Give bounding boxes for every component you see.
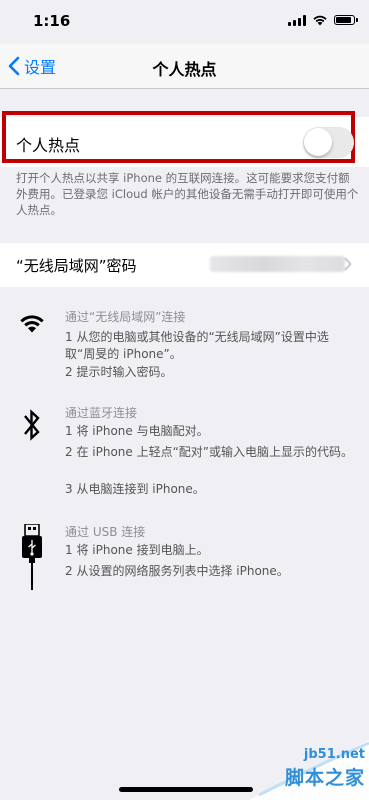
hotspot-settings-screen: 1:16 设置 个人热点 个人热点 打开个人热点以共享 iPhone 的互联网连… bbox=[0, 0, 369, 800]
status-bar: 1:16 bbox=[0, 0, 369, 44]
section-title: 通过“无线局域网”连接 bbox=[65, 310, 186, 324]
hotspot-description: 打开个人热点以共享 iPhone 的互联网连接。这可能要求您支付额外费用。已登录… bbox=[16, 171, 359, 217]
status-icons bbox=[288, 14, 358, 26]
chevron-right-icon bbox=[344, 257, 352, 271]
usb-cable-icon bbox=[22, 524, 42, 590]
section-title: 通过 USB 连接 bbox=[65, 525, 146, 539]
status-time: 1:16 bbox=[33, 12, 71, 30]
navigation-bar: 设置 个人热点 bbox=[0, 44, 369, 89]
hotspot-toggle[interactable] bbox=[303, 127, 354, 158]
step-text: 3 从电脑连接到 iPhone。 bbox=[65, 482, 205, 496]
bluetooth-icon bbox=[24, 409, 40, 441]
step-text: 2 从设置的网络服务列表中选择 iPhone。 bbox=[65, 564, 289, 578]
watermark-site: jb51.net bbox=[303, 747, 365, 762]
signal-icon bbox=[288, 14, 306, 26]
wifi-password-value bbox=[210, 256, 345, 272]
step-text: 1 从您的电脑或其他设备的“无线局域网”设置中选取“周旻的 iPhone”。 bbox=[65, 330, 329, 361]
page-title: 个人热点 bbox=[152, 60, 217, 79]
toggle-knob bbox=[304, 128, 332, 156]
watermark-name: 脚本之家 bbox=[284, 767, 365, 789]
wifi-icon bbox=[20, 315, 44, 333]
step-text: 1 将 iPhone 与电脑配对。 bbox=[65, 424, 209, 438]
wifi-password-label: “无线局域网”密码 bbox=[16, 257, 137, 275]
step-text: 2 在 iPhone 上轻点“配对”或输入电脑上显示的代码。 bbox=[65, 445, 354, 459]
watermark: jb51.net 脚本之家 bbox=[229, 725, 369, 800]
wifi-icon bbox=[313, 15, 327, 26]
step-text: 2 提示时输入密码。 bbox=[65, 365, 173, 379]
battery-icon bbox=[334, 15, 358, 25]
hotspot-label: 个人热点 bbox=[16, 136, 81, 155]
step-text: 1 将 iPhone 接到电脑上。 bbox=[65, 543, 209, 557]
section-title: 通过蓝牙连接 bbox=[65, 406, 138, 420]
